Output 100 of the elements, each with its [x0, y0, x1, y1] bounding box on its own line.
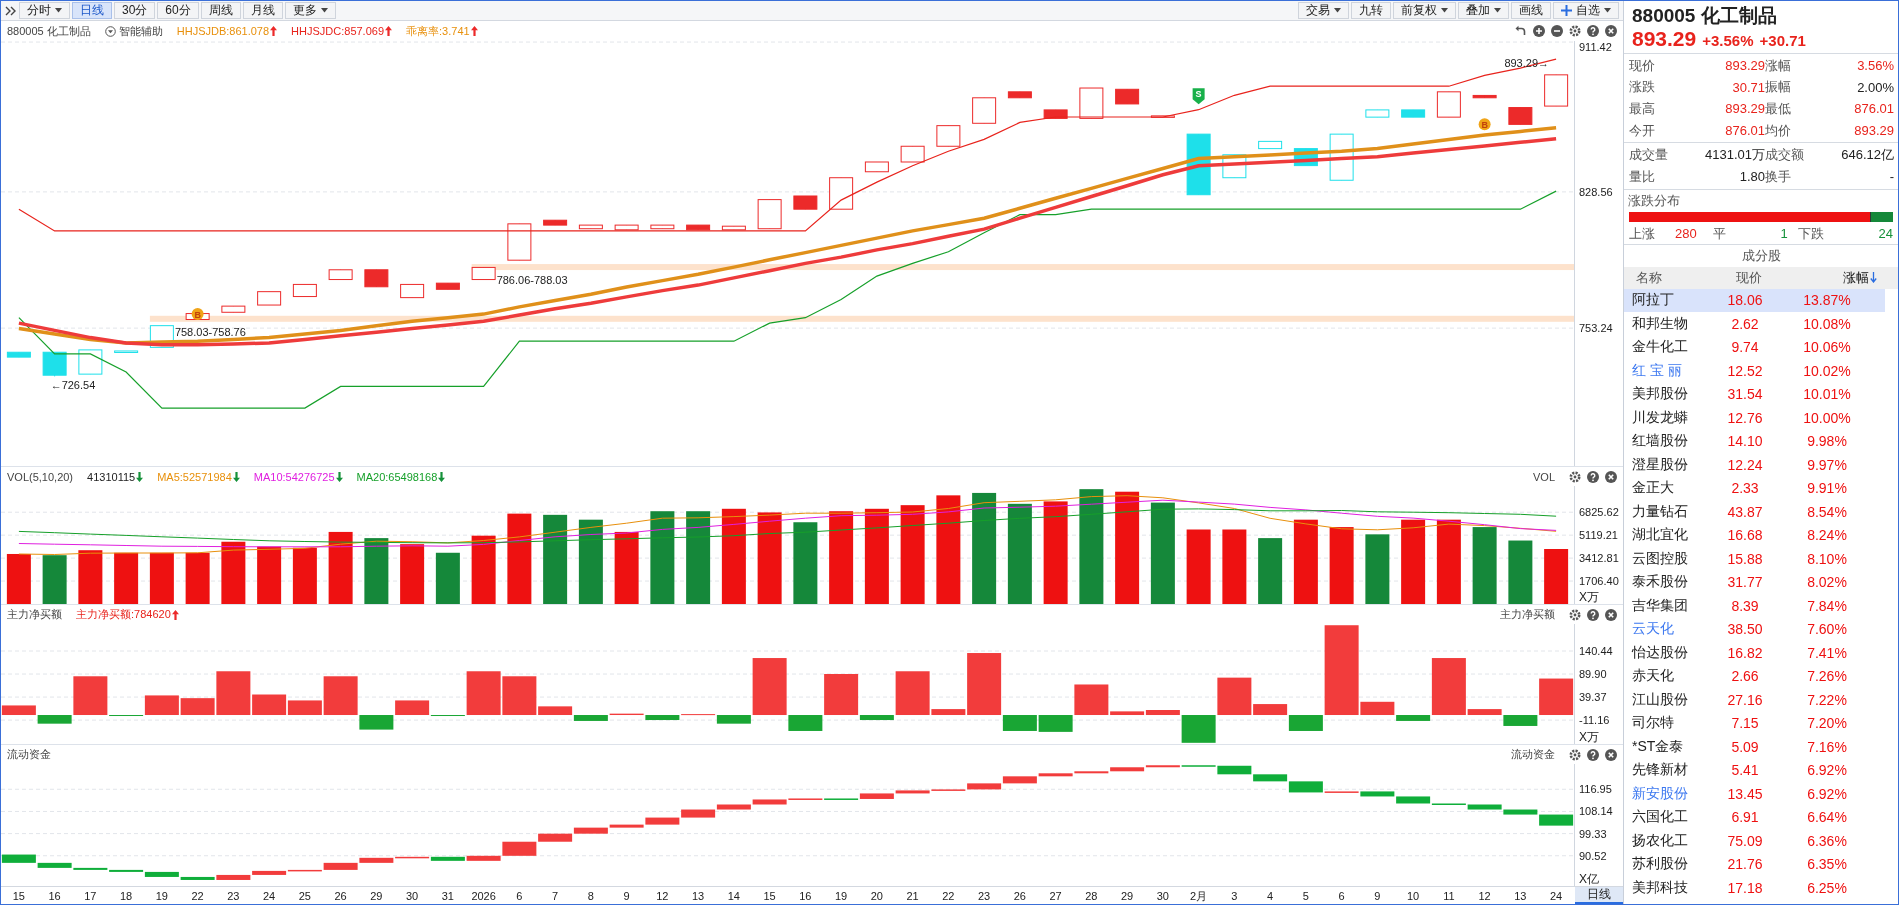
stock-price: 31.54 [1726, 385, 1764, 405]
stock-price: 14.10 [1726, 432, 1764, 452]
date-label: 31 [441, 890, 454, 902]
date-label: 5 [1302, 890, 1309, 902]
stock-price: 9.74 [1730, 338, 1760, 358]
stock-price: 2.33 [1730, 479, 1760, 499]
stock-price: 12.24 [1726, 455, 1764, 475]
date-label: 29 [370, 890, 383, 902]
date-label: 13 [692, 890, 705, 902]
stock-price: 2.66 [1730, 667, 1760, 687]
date-label: 2026 [471, 890, 496, 902]
date-label: 10 [1407, 890, 1420, 902]
axis-label: 1706.40 [1579, 575, 1619, 588]
date-label: 8 [587, 890, 594, 902]
stock-change: 8.24% [1806, 526, 1848, 546]
stock-name: 泰禾股份 [1632, 572, 1689, 592]
axis-label: 6825.62 [1579, 506, 1619, 519]
stock-price: 12.76 [1726, 408, 1764, 428]
stat-label: 今开 [1629, 121, 1656, 140]
stat-label: 换手 [1765, 167, 1792, 186]
change-percent: +3.56% [1702, 32, 1754, 49]
stock-change: 7.60% [1806, 620, 1848, 640]
stock-name: 美邦股份 [1632, 384, 1689, 404]
axis-label: 99.33 [1579, 827, 1607, 840]
stock-price: 6.91 [1730, 808, 1760, 828]
stock-change: 7.16% [1806, 737, 1848, 757]
date-label: 9 [1374, 890, 1381, 902]
stock-price: 12.52 [1726, 361, 1764, 381]
stock-name: 金正大 [1632, 478, 1675, 498]
stat-value: 4131.01万 [1704, 146, 1765, 165]
stock-change: 8.54% [1806, 502, 1848, 522]
stat-label: 振幅 [1765, 78, 1792, 97]
period-label: 日线 [1575, 887, 1623, 904]
stock-change: 10.01% [1802, 385, 1852, 405]
stock-name: 力量钻石 [1632, 501, 1689, 521]
stock-name: *ST金泰 [1632, 736, 1685, 756]
date-label: 6 [1338, 890, 1345, 902]
date-label: 23 [227, 890, 240, 902]
stat-label: 均价 [1765, 121, 1792, 140]
price-label: ←726.54 [50, 379, 96, 392]
date-label: 19 [835, 890, 848, 902]
date-label: 30 [1156, 890, 1169, 902]
stock-price: 21.76 [1726, 855, 1764, 875]
indicator-value: 主力净买额:784620 [76, 607, 171, 622]
indicator-value: MA5:52571984 [157, 470, 232, 483]
stock-price: 8.39 [1730, 596, 1760, 616]
stat-value: 646.12亿 [1840, 146, 1894, 165]
count-value: 280 [1675, 226, 1697, 242]
stock-name: 六国化工 [1632, 807, 1689, 827]
stat-value: 893.29 [1724, 57, 1765, 76]
stat-label: 最高 [1629, 100, 1656, 118]
date-label: 21 [906, 890, 919, 902]
stat-label: 成交额 [1765, 146, 1805, 165]
stock-price: 43.87 [1726, 502, 1764, 522]
stat-value: 2.00% [1856, 78, 1894, 97]
stock-change: 8.02% [1806, 573, 1848, 593]
axis-label: 753.24 [1579, 322, 1613, 335]
axis-unit: X亿 [1579, 872, 1599, 886]
stock-name: 金牛化工 [1632, 337, 1689, 357]
stat-value: 1.80 [1738, 168, 1765, 187]
date-label: 13 [1514, 890, 1527, 902]
panel-title: 主力净买额 [1500, 607, 1555, 622]
stock-change: 10.08% [1802, 314, 1852, 334]
panel-title: VOL(5,10,20) [7, 470, 74, 483]
stat-value: 3.56% [1856, 57, 1894, 76]
buy-marker: B [1478, 118, 1491, 131]
indicator-value: MA10:54276725 [253, 470, 335, 483]
stock-change: 13.87% [1802, 291, 1852, 311]
date-label: 3 [1231, 890, 1238, 902]
date-label: 14 [727, 890, 740, 902]
stock-name: 怡达股份 [1632, 642, 1689, 662]
axis-label: 5119.21 [1579, 529, 1618, 542]
price-label: 893.29→ [1504, 56, 1550, 69]
date-label: 27 [1049, 890, 1062, 902]
stock-name: 司尔特 [1632, 713, 1675, 733]
stock-change: 10.00% [1802, 408, 1852, 428]
count-value: 24 [1878, 226, 1893, 242]
date-label: 29 [1121, 890, 1134, 902]
date-label: 15 [763, 890, 776, 902]
stock-name: 苏利股份 [1632, 854, 1689, 874]
stat-value: 876.01 [1853, 100, 1894, 119]
stock-change: 7.84% [1806, 596, 1848, 616]
stock-change: 6.25% [1806, 878, 1848, 898]
stock-name: 吉华集团 [1632, 595, 1689, 615]
stock-price: 5.41 [1730, 761, 1760, 781]
stock-name: 阿拉丁 [1632, 290, 1675, 310]
stock-name: 江山股份 [1632, 689, 1689, 709]
stock-name: 红墙股份 [1632, 431, 1689, 451]
section-title: 涨跌分布 [1627, 191, 1681, 210]
stock-price: 27.16 [1726, 690, 1764, 710]
date-label: 17 [84, 890, 97, 902]
date-label: 12 [656, 890, 669, 902]
date-label: 24 [263, 890, 276, 902]
indicator-value: HHJSJDC:857.069 [291, 25, 385, 37]
price-label: 758.03-758.76 [174, 325, 246, 338]
axis-unit: X万 [1579, 590, 1599, 604]
current-price: 893.29 [1632, 27, 1697, 51]
stat-label: 成交量 [1629, 146, 1669, 165]
axis-label: 89.90 [1579, 668, 1607, 681]
stock-price: 15.88 [1726, 549, 1764, 569]
